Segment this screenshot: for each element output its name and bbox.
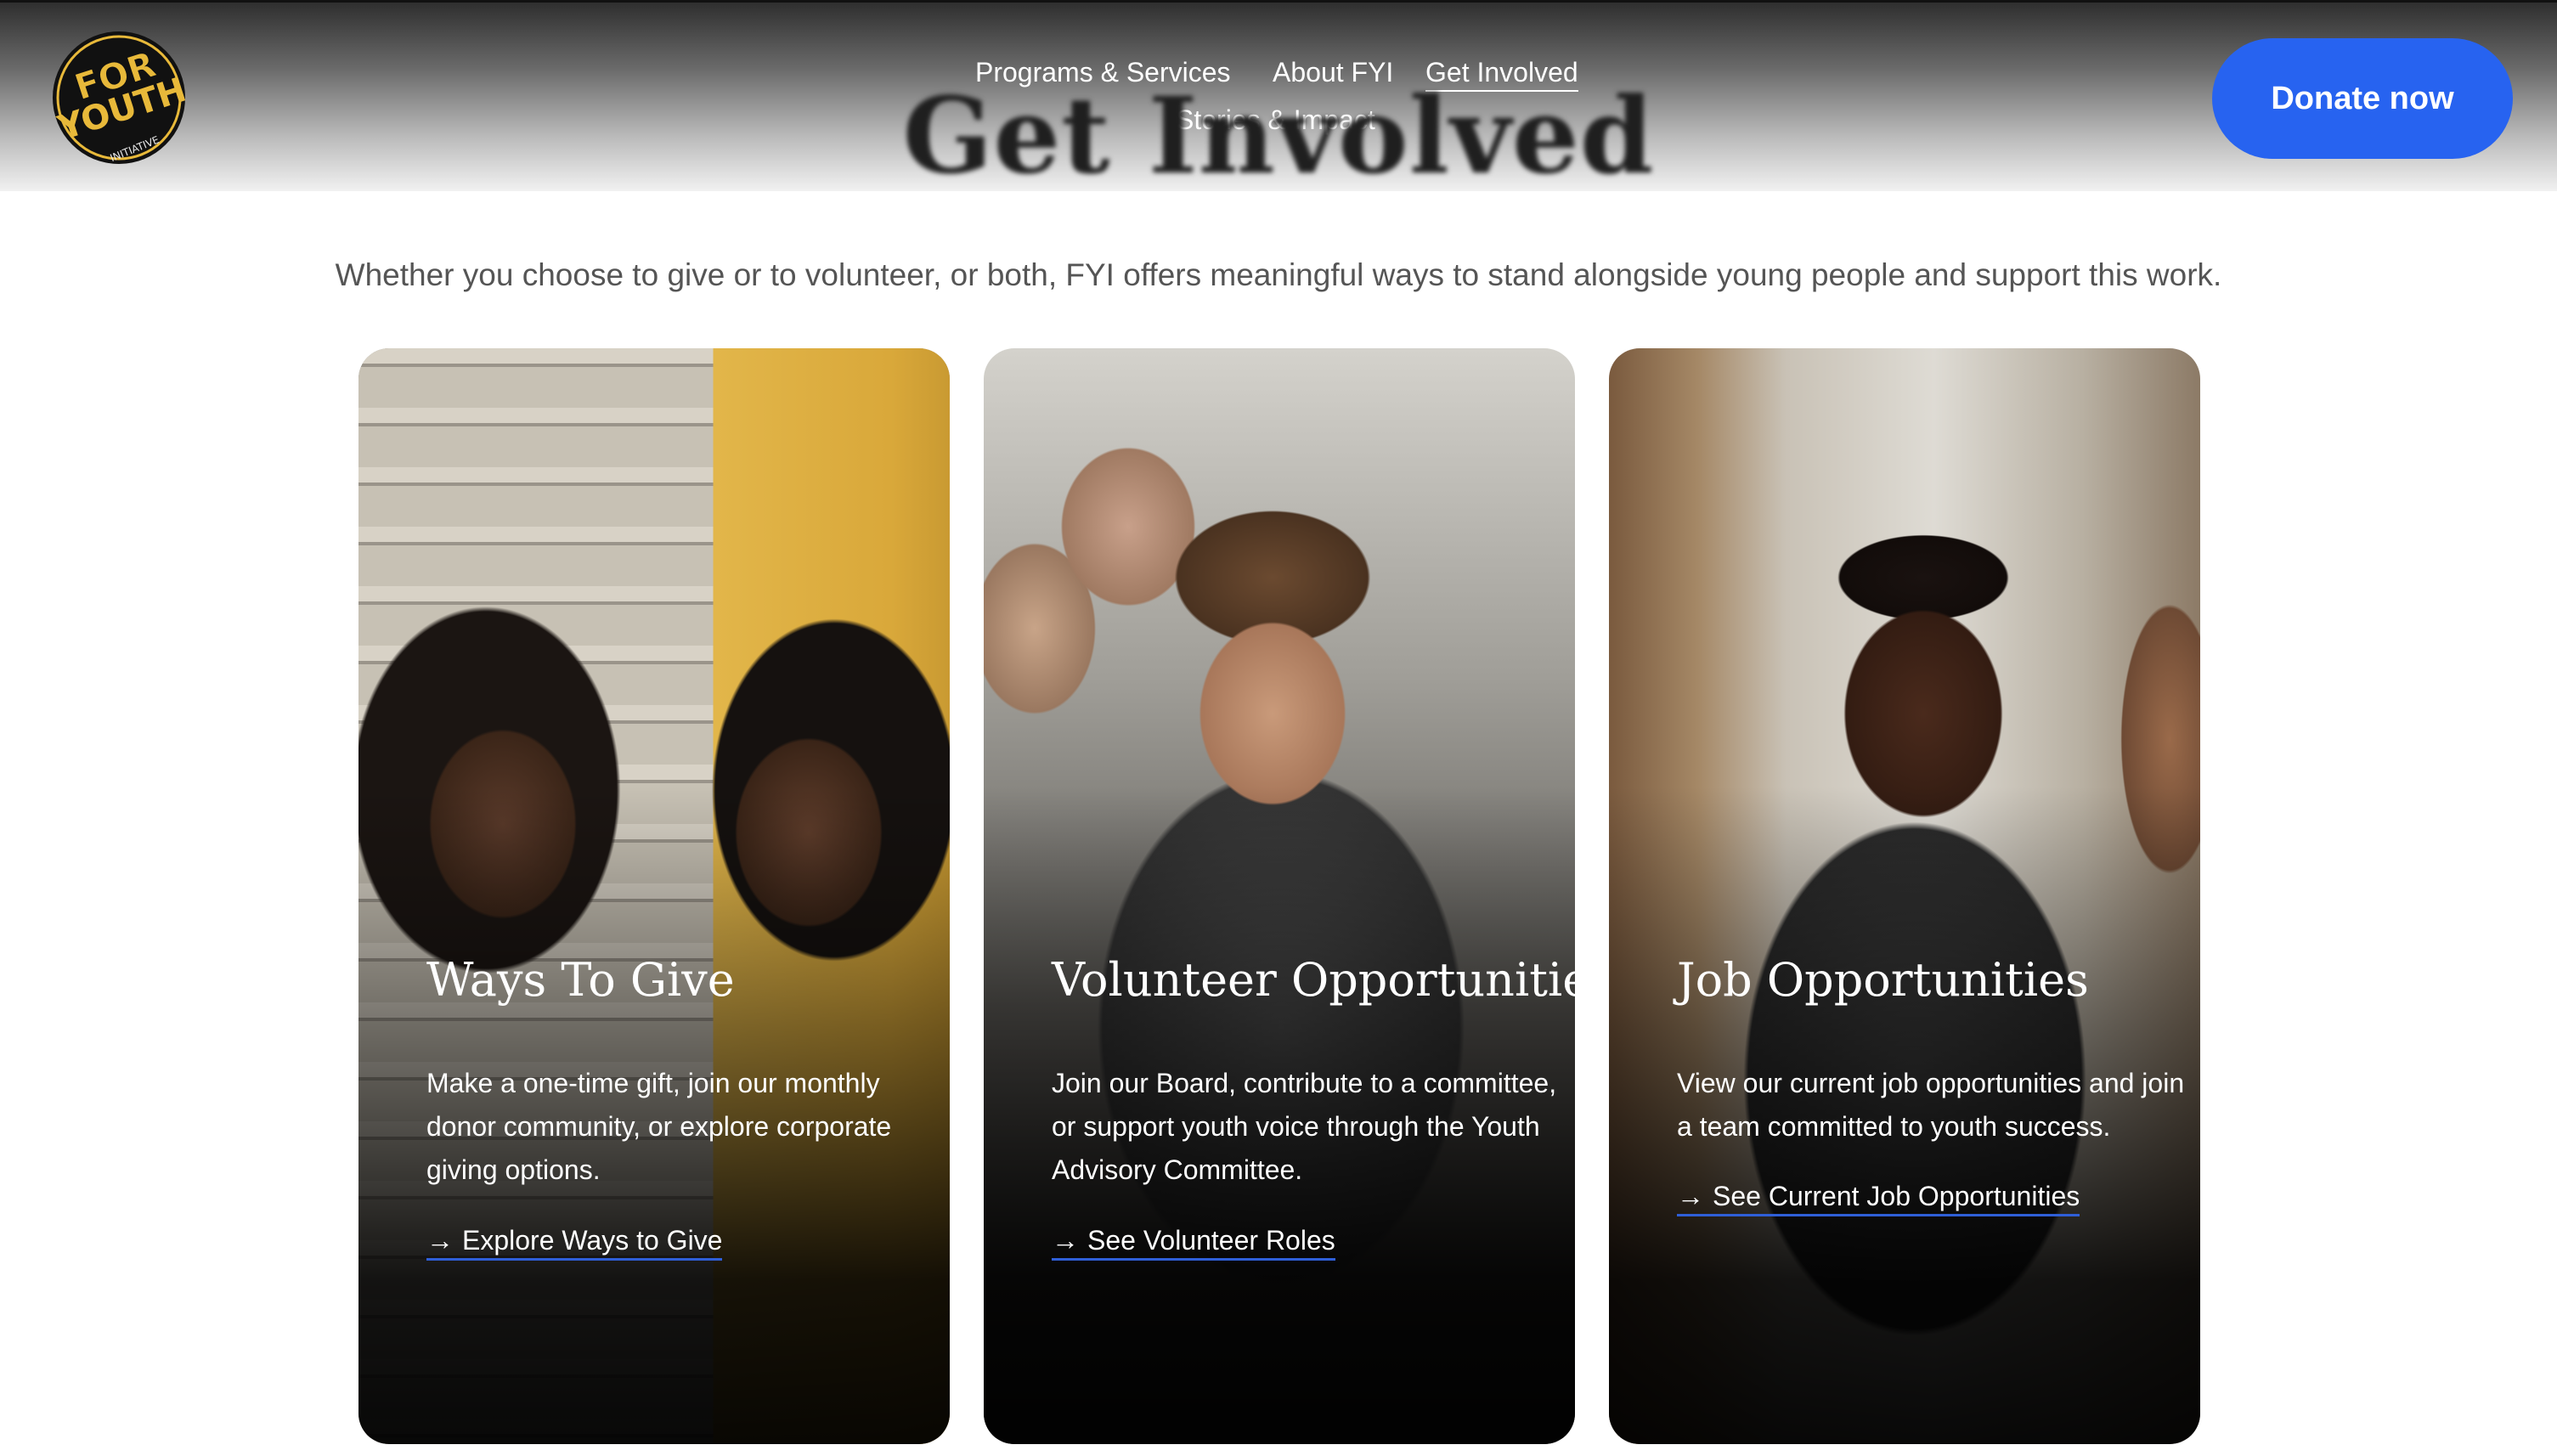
see-volunteer-roles-link[interactable]: → See Volunteer Roles	[1052, 1225, 1335, 1261]
card-description: Make a one-time gift, join our monthly d…	[426, 1068, 892, 1185]
card-gradient-overlay	[358, 348, 950, 1444]
donate-button[interactable]: Donate now	[2212, 38, 2513, 159]
card-description: Join our Board, contribute to a committe…	[1052, 1068, 1557, 1185]
card-gradient-overlay	[984, 348, 1575, 1444]
card-volunteer-opportunities[interactable]: Volunteer Opportunities Join our Board, …	[984, 348, 1575, 1444]
card-gradient-overlay	[1609, 348, 2200, 1444]
card-description: View our current job opportunities and j…	[1677, 1068, 2185, 1142]
site-header: FOR YOUTH INITIATIVE Programs & Services…	[0, 0, 2557, 191]
card-ways-to-give[interactable]: Ways To Give Make a one-time gift, join …	[358, 348, 950, 1444]
arrow-right-icon: →	[1052, 1225, 1079, 1256]
intro-text: Whether you choose to give or to volunte…	[335, 257, 2222, 292]
card-job-opportunities[interactable]: Job Opportunities View our current job o…	[1609, 348, 2200, 1444]
card-title: Ways To Give	[426, 953, 735, 1007]
link-label: See Current Job Opportunities	[1713, 1181, 2080, 1211]
arrow-right-icon: →	[426, 1225, 454, 1256]
arrow-right-icon: →	[1677, 1181, 1704, 1211]
card-title: Volunteer Opportunities	[1052, 953, 1575, 1007]
explore-ways-to-give-link[interactable]: → Explore Ways to Give	[426, 1225, 723, 1261]
see-job-opportunities-link[interactable]: → See Current Job Opportunities	[1677, 1181, 2080, 1216]
page-title: Get Involved	[902, 75, 1655, 198]
link-label: Explore Ways to Give	[462, 1225, 723, 1256]
page: FOR YOUTH INITIATIVE Programs & Services…	[0, 0, 2557, 1456]
link-label: See Volunteer Roles	[1087, 1225, 1335, 1256]
card-title: Job Opportunities	[1677, 953, 2089, 1007]
